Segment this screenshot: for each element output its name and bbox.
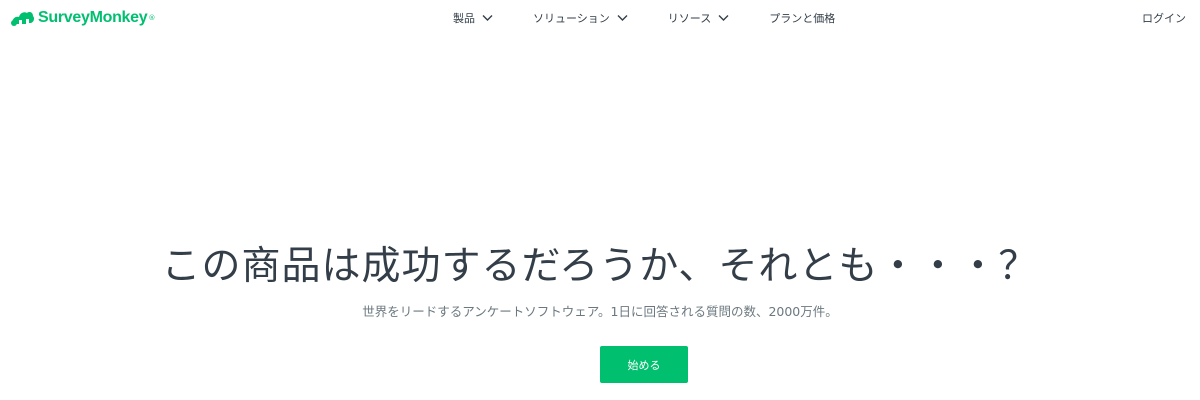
nav-item-label: プランと価格 (769, 12, 836, 25)
logo-wordmark: SurveyMonkey (38, 9, 148, 26)
nav-item-label: ソリューション (533, 12, 610, 25)
hero-subtitle: 世界をリードするアンケートソフトウェア。1日に回答される質問の数、2000万件。 (362, 304, 838, 319)
chevron-down-icon (482, 15, 493, 21)
main-nav: 製品 ソリューション リソース プランと価格 (453, 0, 835, 36)
nav-item-resources[interactable]: リソース (668, 10, 729, 26)
chevron-down-icon (718, 15, 729, 21)
nav-item-products[interactable]: 製品 (453, 10, 493, 26)
chevron-down-icon (617, 15, 628, 21)
trademark-symbol: ® (148, 14, 156, 22)
login-link[interactable]: ログイン (1142, 0, 1186, 36)
get-started-button[interactable]: 始める (600, 346, 688, 383)
nav-item-label: リソース (667, 12, 712, 25)
nav-item-label: 製品 (453, 12, 475, 25)
survey-monkey-logo-icon (11, 12, 35, 26)
nav-item-solutions[interactable]: ソリューション (533, 10, 628, 26)
top-navigation-bar: SurveyMonkey ® 製品 ソリューション リソース プランと価格 ログ… (0, 0, 1200, 36)
hero-title: この商品は成功するだろうか、それとも・・・？ (161, 244, 1039, 289)
surveymonkey-logo[interactable]: SurveyMonkey ® (9, 7, 155, 29)
nav-item-plans-pricing[interactable]: プランと価格 (769, 10, 835, 26)
